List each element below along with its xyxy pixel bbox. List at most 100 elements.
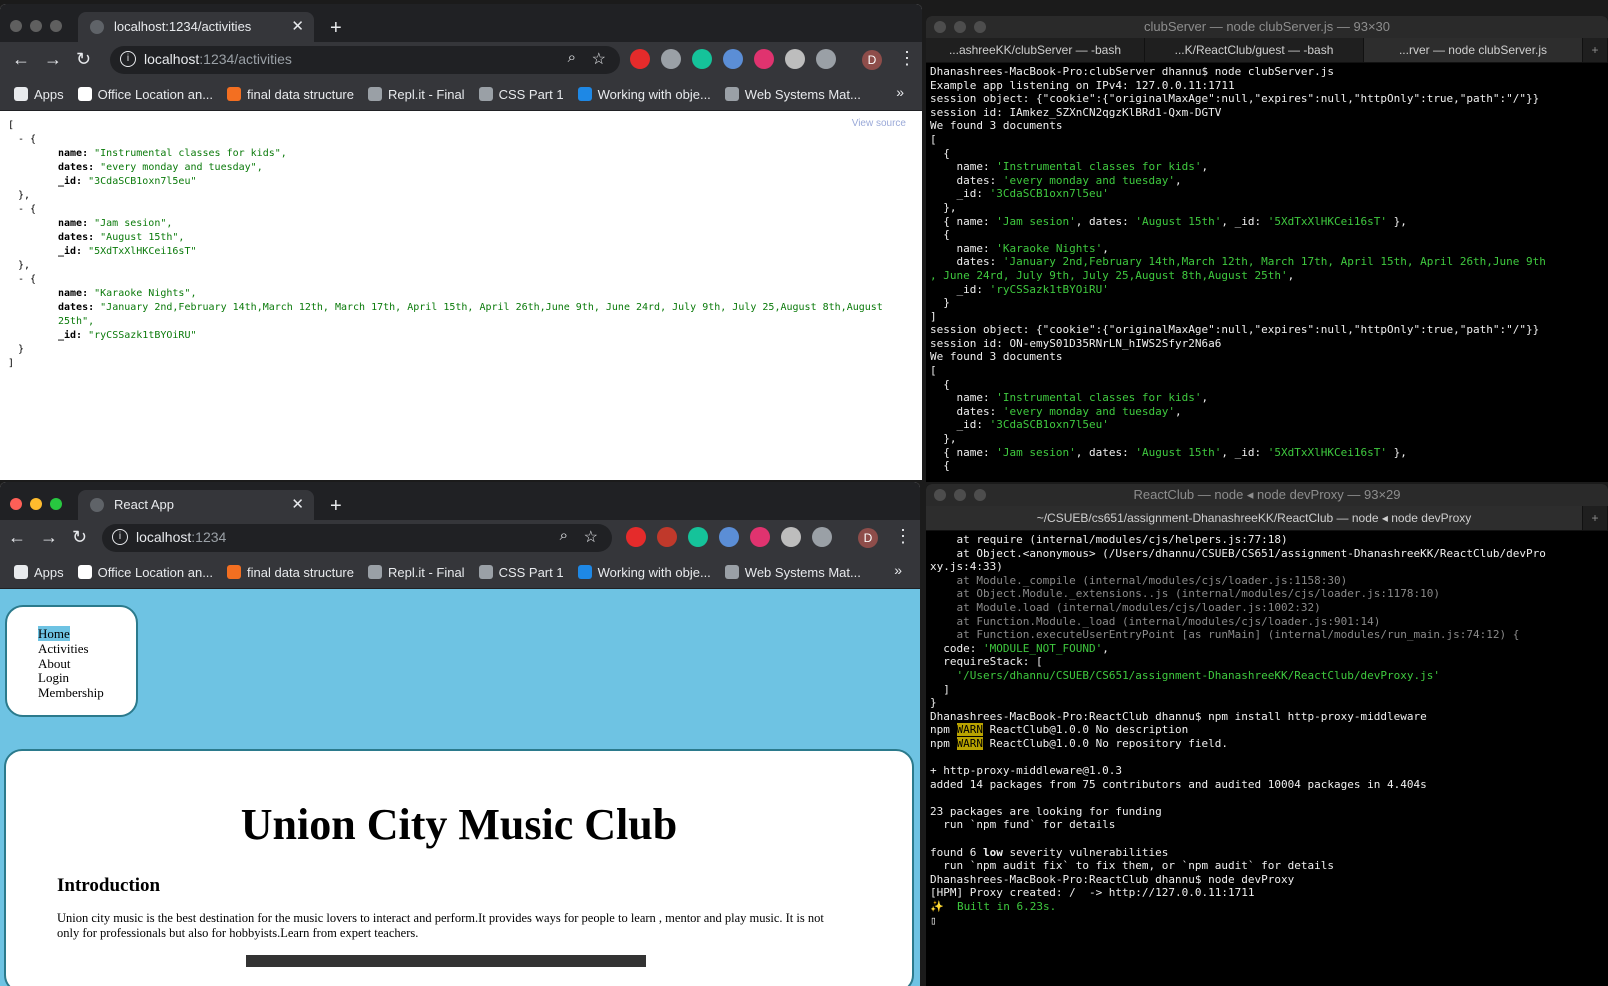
reload-icon[interactable]: ↻	[76, 49, 91, 70]
close-window-button[interactable]	[934, 21, 946, 33]
zoom-window-button[interactable]	[974, 489, 986, 501]
bookmark-item[interactable]: final data structure	[227, 87, 354, 102]
extension-grid-icon[interactable]	[781, 527, 801, 547]
extension-m-icon[interactable]	[750, 527, 770, 547]
minimize-window-button[interactable]	[954, 21, 966, 33]
extension-grid-icon[interactable]	[785, 49, 805, 69]
nav-item-login[interactable]: Login	[38, 670, 104, 686]
back-arrow-icon[interactable]: ←	[12, 49, 30, 70]
extension-m-icon[interactable]	[754, 49, 774, 69]
apps-grid-icon	[14, 87, 28, 101]
tab-title: localhost:1234/activities	[114, 19, 252, 34]
terminal-line: session object: {"cookie":{"originalMaxA…	[930, 92, 1540, 106]
react-devtools-icon[interactable]	[661, 49, 681, 69]
bookmark-item[interactable]: Web Systems Mat...	[724, 87, 861, 102]
bookmark-favicon-icon	[577, 565, 592, 579]
tab-activities[interactable]: localhost:1234/activities ✕	[78, 12, 314, 42]
nav-menu: Home Activities About Login Membership	[5, 605, 138, 717]
minimize-window-button[interactable]	[954, 489, 966, 501]
ad-block-icon[interactable]	[630, 49, 650, 69]
bookmark-item[interactable]: final data structure	[227, 565, 354, 580]
new-tab-button[interactable]: +	[330, 17, 342, 40]
close-tab-icon[interactable]: ✕	[291, 495, 304, 513]
bookmark-item[interactable]: Office Location an...	[77, 87, 213, 102]
extension-icon[interactable]	[723, 49, 743, 69]
nav-item-activities[interactable]: Activities	[38, 641, 104, 657]
kebab-menu-icon[interactable]: ⋮	[894, 526, 912, 547]
terminal-output[interactable]: at require (internal/modules/cjs/helpers…	[930, 533, 1604, 986]
bookmark-star-icon[interactable]: ☆	[592, 49, 606, 69]
ad-block-icon[interactable]	[626, 527, 646, 547]
bookmark-item[interactable]: Repl.it - Final	[367, 565, 465, 580]
close-window-button[interactable]	[934, 489, 946, 501]
terminal-line: [HPM] Proxy created: / -> http://127.0.0…	[930, 886, 1255, 900]
extension-face-icon[interactable]	[816, 49, 836, 69]
json-bracket: },	[18, 190, 31, 201]
terminal-tab-3[interactable]: ...rver — node clubServer.js	[1364, 38, 1583, 62]
terminal-line: }	[930, 296, 950, 310]
profile-avatar[interactable]: D	[862, 50, 882, 70]
profile-avatar[interactable]: D	[858, 528, 878, 548]
close-window-button[interactable]	[10, 498, 22, 510]
grammarly-icon[interactable]	[692, 49, 712, 69]
new-tab-button[interactable]: +	[330, 495, 342, 518]
address-bar[interactable]: i localhost:1234/activities ⌕ ☆	[110, 46, 620, 74]
bookmark-item[interactable]: Working with obje...	[577, 86, 711, 102]
nav-item-membership[interactable]: Membership	[38, 685, 104, 701]
bookmark-item[interactable]: Repl.it - Final	[367, 87, 465, 102]
terminal-line: ]	[930, 309, 937, 323]
terminal-line: session id: ON-emyS01D35RNrLN_hIWS2Sfyr2…	[930, 336, 1222, 350]
zoom-window-button[interactable]	[974, 21, 986, 33]
address-bar[interactable]: i localhost:1234 ⌕ ☆	[102, 524, 612, 552]
extension-face-icon[interactable]	[812, 527, 832, 547]
bookmark-favicon-icon	[227, 87, 242, 101]
new-terminal-tab-button[interactable]: +	[1583, 38, 1608, 62]
grammarly-icon[interactable]	[688, 527, 708, 547]
browser-toolbar: ← → ↻ i localhost:1234/activities ⌕ ☆ D …	[0, 42, 922, 78]
json-bracket: - {	[18, 204, 37, 215]
new-terminal-tab-button[interactable]: +	[1583, 506, 1608, 530]
terminal-line: dates: 'every monday and tuesday',	[930, 173, 1182, 187]
bookmark-label: Working with obje...	[597, 86, 711, 102]
terminal-line: We found 3 documents	[930, 350, 1063, 364]
zoom-icon[interactable]: ⌕	[560, 527, 568, 544]
bookmarks-overflow-icon[interactable]: »	[896, 84, 904, 100]
back-arrow-icon[interactable]: ←	[8, 527, 26, 548]
kebab-menu-icon[interactable]: ⋮	[898, 48, 916, 69]
minimize-window-button[interactable]	[30, 498, 42, 510]
bookmark-item[interactable]: Office Location an...	[77, 565, 213, 580]
terminal-line: run `npm fund` for details	[930, 818, 1116, 832]
bookmark-item[interactable]: Apps	[14, 87, 64, 102]
tab-react-app[interactable]: React App ✕	[78, 490, 314, 520]
view-source-link[interactable]: View source	[852, 118, 906, 129]
info-icon[interactable]: i	[112, 529, 128, 545]
zoom-window-button[interactable]	[50, 20, 62, 32]
bookmark-star-icon[interactable]: ☆	[584, 527, 598, 547]
nav-item-home[interactable]: Home	[38, 626, 104, 642]
terminal-line: name: 'Karaoke Nights',	[930, 241, 1109, 255]
terminal-tab-2[interactable]: ...K/ReactClub/guest — -bash	[1145, 38, 1364, 62]
minimize-window-button[interactable]	[30, 20, 42, 32]
forward-arrow-icon[interactable]: →	[40, 527, 58, 548]
bookmark-item[interactable]: Web Systems Mat...	[724, 565, 861, 580]
json-viewer: [- {name: "Instrumental classes for kids…	[0, 111, 922, 480]
terminal-output[interactable]: Dhanashrees-MacBook-Pro:clubServer dhann…	[930, 65, 1604, 482]
close-tab-icon[interactable]: ✕	[291, 17, 304, 35]
zoom-icon[interactable]: ⌕	[568, 49, 576, 66]
nav-item-about[interactable]: About	[38, 656, 104, 672]
forward-arrow-icon[interactable]: →	[44, 49, 62, 70]
bookmark-item[interactable]: Working with obje...	[577, 565, 711, 580]
close-window-button[interactable]	[10, 20, 22, 32]
zoom-window-button[interactable]	[50, 498, 62, 510]
extension-icon[interactable]	[719, 527, 739, 547]
reload-icon[interactable]: ↻	[72, 527, 87, 548]
info-icon[interactable]: i	[120, 51, 136, 67]
bookmarks-overflow-icon[interactable]: »	[894, 562, 902, 578]
terminal-tab-1[interactable]: ~/CSUEB/cs651/assignment-DhanashreeKK/Re…	[926, 506, 1583, 530]
bookmark-item[interactable]: Apps	[14, 565, 64, 580]
json-bracket: [	[8, 120, 15, 131]
bookmark-item[interactable]: CSS Part 1	[478, 87, 564, 102]
terminal-tab-1[interactable]: ...ashreeKK/clubServer — -bash	[926, 38, 1145, 62]
bookmark-item[interactable]: CSS Part 1	[478, 565, 564, 580]
extension-icon[interactable]	[657, 527, 677, 547]
